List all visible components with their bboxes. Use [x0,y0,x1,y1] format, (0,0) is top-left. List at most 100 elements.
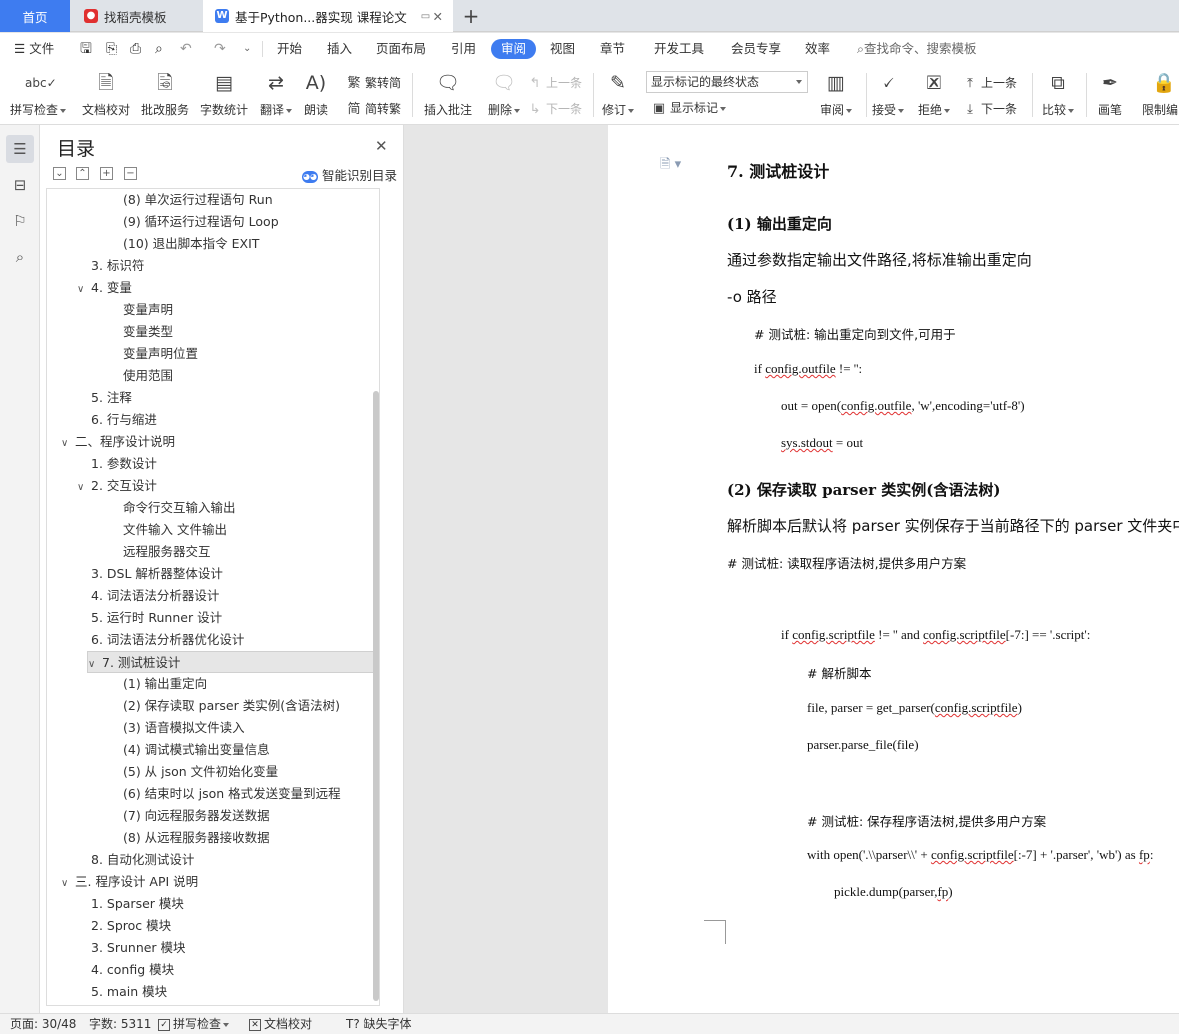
compare-button[interactable]: ⧉ 比较 [1028,69,1088,121]
spell-check-button[interactable]: abc✓ 拼写检查 [8,69,68,121]
toc-item[interactable]: (2) 保存读取 parser 类实例(含语法树) [47,695,379,717]
command-search[interactable]: ⌕查找命令、搜索模板 [857,33,977,65]
read-aloud-button[interactable]: A) 朗读 [286,69,346,121]
next-comment-button[interactable]: ↳ 下一条 [527,99,582,119]
remove-item-icon[interactable]: − [124,167,137,180]
toc-item[interactable]: (10) 退出脚本指令 EXIT [47,233,379,255]
menu-layout[interactable]: 页面布局 [376,33,426,65]
toc-item[interactable]: 1. Sparser 模块 [47,893,379,915]
search-pane-icon[interactable]: ⌕ [6,243,34,271]
toc-item[interactable]: 3. DSL 解析器整体设计 [47,563,379,585]
menu-member[interactable]: 会员专享 [731,33,781,65]
toc-item[interactable]: 变量声明位置 [47,343,379,365]
batch-service-button[interactable]: 🗟 批改服务 [135,69,195,121]
print-preview-icon[interactable]: ⌕ [155,33,163,65]
toc-item[interactable]: (7) 向远程服务器发送数据 [47,805,379,827]
toc-item[interactable]: 变量声明 [47,299,379,321]
prev-change-button[interactable]: ⤒ 上一条 [962,73,1017,93]
show-markup-button[interactable]: ▣ 显示标记 [651,98,727,118]
more-chevron-icon[interactable]: ⌄ [243,33,251,65]
chapter-nav-icon[interactable]: ⊟ [6,171,34,199]
next-change-button[interactable]: ⤓ 下一条 [962,99,1017,119]
toc-item[interactable]: 使用范围 [47,365,379,387]
toc-item[interactable]: ∨ 二、程序设计说明 [47,431,379,453]
reject-button[interactable]: 🗷 拒绝 [904,69,964,121]
toc-item[interactable]: ∨ 2. 交互设计 [47,475,379,497]
toc-item[interactable]: (5) 从 json 文件初始化变量 [47,761,379,783]
menu-view[interactable]: 视图 [550,33,575,65]
toc-item[interactable]: ∨ 4. 变量 [47,277,379,299]
toc-item[interactable]: 5. 运行时 Runner 设计 [47,607,379,629]
monitor-icon[interactable]: ▭ [421,11,430,22]
bookmark-icon[interactable]: ⚐ [6,207,34,235]
export-pdf-icon[interactable]: ⎘ [106,33,117,65]
file-menu[interactable]: ☰ 文件 [14,33,54,65]
toc-item[interactable]: 6. 行与缩进 [47,409,379,431]
toc-item[interactable]: 8. 自动化测试设计 [47,849,379,871]
toc-item[interactable]: (9) 循环运行过程语句 Loop [47,211,379,233]
collapse-all-icon[interactable]: ⌄ [53,167,66,180]
toc-item[interactable]: (8) 单次运行过程语句 Run [47,189,379,211]
toc-item[interactable]: 3. 标识符 [47,255,379,277]
review-pane-button[interactable]: ▥ 审阅 [806,69,866,121]
toc-item[interactable]: 命令行交互输入输出 [47,497,379,519]
menu-insert[interactable]: 插入 [327,33,352,65]
add-item-icon[interactable]: + [100,167,113,180]
print-icon[interactable]: ⎙ [130,33,141,65]
undo-icon[interactable]: ↶ [180,33,192,65]
toc-item[interactable]: 4. 词法语法分析器设计 [47,585,379,607]
prev-comment-button[interactable]: ↰ 上一条 [527,73,582,93]
to-simplified-button[interactable]: 简简转繁 [346,99,401,119]
toc-scrollbar[interactable] [373,391,379,1001]
redo-icon[interactable]: ↷ [214,33,226,65]
toc-item[interactable]: 1. 参数设计 [47,453,379,475]
pen-button[interactable]: ✒ 画笔 [1080,69,1140,121]
status-missing-font[interactable]: T? 缺失字体 [346,1014,412,1034]
new-tab-button[interactable]: + [456,0,486,32]
toc-item[interactable]: 变量类型 [47,321,379,343]
toc-item[interactable]: ∨ 三. 程序设计 API 说明 [47,871,379,893]
toc-item[interactable]: (8) 从远程服务器接收数据 [47,827,379,849]
menu-efficiency[interactable]: 效率 [805,33,830,65]
toc-item[interactable]: 5. 注释 [47,387,379,409]
close-tab-icon[interactable]: ✕ [433,9,443,24]
doc-proof-button[interactable]: 🗎 文档校对 [76,69,136,121]
toc-item[interactable]: 4. config 模块 [47,959,379,981]
toc-item[interactable]: 6. 词法语法分析器优化设计 [47,629,379,651]
track-changes-button[interactable]: ✎ 修订 [592,69,644,121]
save-icon[interactable]: 🖫 [80,33,92,65]
menu-review[interactable]: 审阅 [491,39,537,59]
paragraph-menu-icon[interactable]: 🗎 ▾ [660,155,681,177]
expand-level-icon[interactable]: ⌃ [76,167,89,180]
word-count-button[interactable]: ▤ 字数统计 [194,69,254,121]
word-count[interactable]: 字数: 5311 [89,1014,151,1034]
toc-item[interactable]: (3) 语音模拟文件读入 [47,717,379,739]
status-spell-check[interactable]: ✓ 拼写检查 [158,1014,230,1034]
toc-item[interactable]: 5. main 模块 [47,981,379,1003]
menu-reference[interactable]: 引用 [451,33,476,65]
chevron-down-icon[interactable]: ∨ [77,477,91,499]
toc-item[interactable]: 3. Srunner 模块 [47,937,379,959]
menu-start[interactable]: 开始 [277,33,302,65]
menu-chapter[interactable]: 章节 [600,33,625,65]
restrict-edit-button[interactable]: 🔒 限制编 [1136,69,1179,121]
tab-home[interactable]: 首页 [0,0,70,32]
to-traditional-button[interactable]: 繁繁转简 [346,73,401,93]
toc-item[interactable]: (6) 结束时以 json 格式发送变量到远程 [47,783,379,805]
toc-item[interactable]: (1) 输出重定向 [47,673,379,695]
delete-comment-button[interactable]: 🗨 删除 [474,69,534,121]
toc-item[interactable]: ∨ 7. 测试桩设计 [87,651,378,673]
toc-item[interactable]: 文件输入 文件输出 [47,519,379,541]
chevron-down-icon[interactable]: ∨ [61,433,75,455]
insert-comment-button[interactable]: 🗨 插入批注 [418,69,478,121]
menu-developer[interactable]: 开发工具 [654,33,704,65]
chevron-down-icon[interactable]: ∨ [61,873,75,895]
document-page[interactable]: 🗎 ▾ 7. 测试桩设计 (1) 输出重定向 通过参数指定输出文件路径,将标准输… [608,125,1179,1013]
tab-template[interactable]: ● 找稻壳模板 [72,0,202,32]
toc-item[interactable]: (4) 调试模式输出变量信息 [47,739,379,761]
smart-toc-button[interactable]: ◕◕ 智能识别目录 [302,165,397,184]
close-icon[interactable]: ✕ [375,137,388,155]
toc-pane-icon[interactable]: ☰ [6,135,34,163]
toc-item[interactable]: 2. Sproc 模块 [47,915,379,937]
toc-item[interactable]: 远程服务器交互 [47,541,379,563]
